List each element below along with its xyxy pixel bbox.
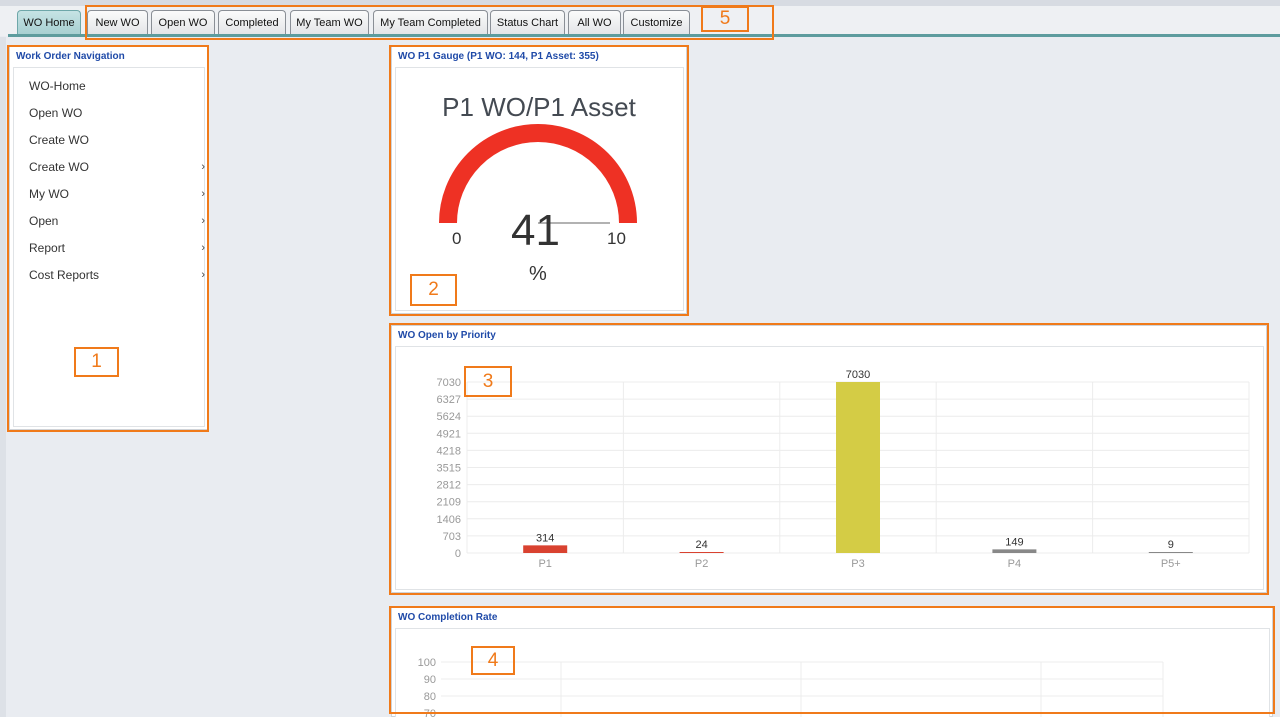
annotation-label-3: 3: [464, 366, 512, 397]
tab-wo-home[interactable]: WO Home: [17, 10, 81, 35]
annotation-label-4: 4: [471, 646, 515, 675]
annotation-box-5: [85, 5, 774, 40]
annotation-box-3: [389, 323, 1269, 595]
annotation-box-4: [389, 606, 1275, 714]
left-rail: [0, 37, 6, 717]
annotation-label-1: 1: [74, 347, 119, 377]
annotation-label-2: 2: [410, 274, 457, 306]
annotation-label-5: 5: [701, 6, 749, 32]
